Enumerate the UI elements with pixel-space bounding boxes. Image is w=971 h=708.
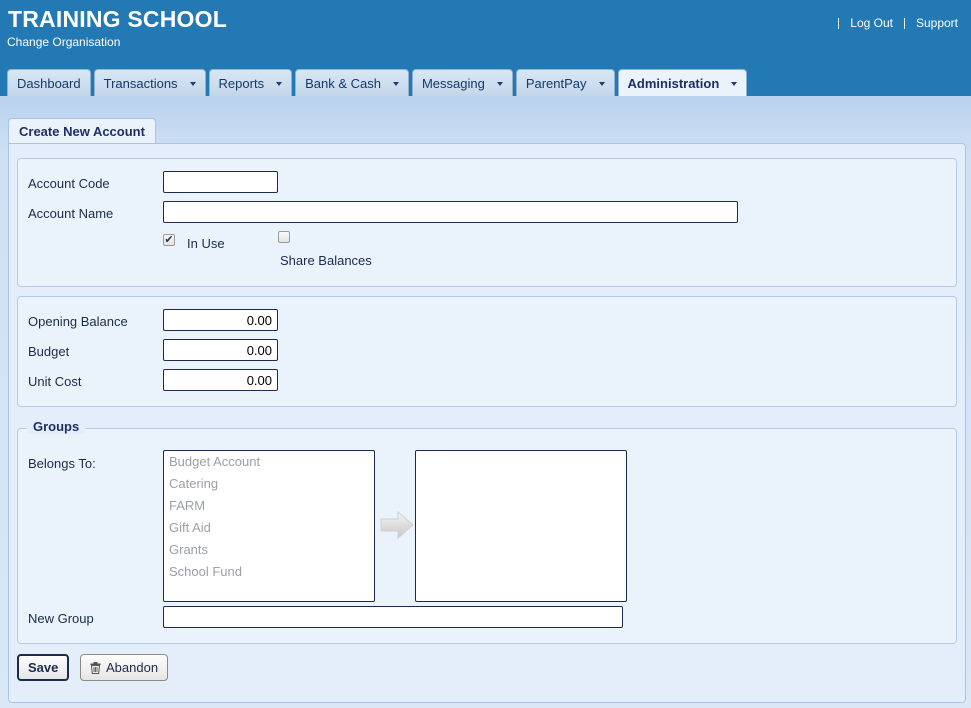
- new-group-label: New Group: [28, 611, 94, 626]
- separator: [903, 17, 905, 29]
- unit-cost-input[interactable]: [163, 369, 278, 391]
- change-organisation-link[interactable]: Change Organisation: [7, 35, 120, 49]
- selected-groups-list[interactable]: [415, 450, 627, 602]
- account-name-input[interactable]: [163, 201, 738, 223]
- tab-messaging[interactable]: Messaging: [411, 69, 513, 96]
- list-item[interactable]: School Fund: [169, 563, 369, 585]
- list-item[interactable]: Budget Account: [169, 453, 369, 475]
- list-item[interactable]: Catering: [169, 475, 369, 497]
- form-panel: Account Code Account Name ✔ In Use Share…: [8, 143, 966, 703]
- organisation-title: TRAINING SCHOOL: [8, 6, 227, 32]
- account-section: Account Code Account Name ✔ In Use Share…: [17, 158, 957, 287]
- account-name-label: Account Name: [28, 206, 114, 221]
- new-group-input[interactable]: [163, 606, 623, 628]
- tab-dashboard[interactable]: Dashboard: [7, 69, 91, 96]
- tab-administration[interactable]: Administration: [617, 69, 748, 96]
- chevron-down-icon: [496, 81, 503, 86]
- tab-parentpay[interactable]: ParentPay: [515, 69, 615, 96]
- share-balances-label: Share Balances: [280, 253, 372, 268]
- balances-section: Opening Balance Budget Unit Cost: [17, 296, 957, 407]
- save-button[interactable]: Save: [17, 654, 70, 681]
- groups-section: Groups Belongs To: Budget Account Cateri…: [17, 419, 957, 644]
- unit-cost-label: Unit Cost: [28, 374, 82, 389]
- tab-label: Administration: [627, 75, 720, 91]
- budget-input[interactable]: [163, 339, 278, 361]
- chevron-down-icon: [276, 81, 283, 86]
- trash-icon: [90, 661, 101, 674]
- opening-balance-label: Opening Balance: [28, 314, 128, 329]
- budget-label: Budget: [28, 344, 70, 359]
- app-header: TRAINING SCHOOL Change Organisation Log …: [0, 0, 971, 96]
- opening-balance-input[interactable]: [163, 309, 278, 331]
- list-item[interactable]: Grants: [169, 541, 369, 563]
- groups-legend: Groups: [27, 419, 86, 434]
- chevron-down-icon: [392, 81, 399, 86]
- chevron-down-icon: [731, 81, 738, 86]
- content-area: Create New Account Account Code Account …: [0, 96, 971, 708]
- logout-link[interactable]: Log Out: [850, 16, 893, 30]
- tab-label: Messaging: [421, 75, 485, 91]
- abandon-button[interactable]: Abandon: [80, 654, 169, 681]
- abandon-button-label: Abandon: [106, 660, 159, 675]
- account-code-input[interactable]: [163, 171, 278, 193]
- chevron-down-icon: [598, 81, 605, 86]
- available-groups-list[interactable]: Budget Account Catering FARM Gift Aid Gr…: [163, 450, 375, 602]
- list-item[interactable]: Gift Aid: [169, 519, 369, 541]
- in-use-checkbox[interactable]: ✔: [163, 234, 175, 246]
- account-code-label: Account Code: [28, 176, 110, 191]
- support-link[interactable]: Support: [916, 16, 958, 30]
- tab-label: Transactions: [103, 75, 178, 91]
- arrow-right-icon[interactable]: [380, 511, 414, 539]
- tab-label: Dashboard: [17, 75, 81, 91]
- top-links: Log Out Support: [838, 16, 958, 30]
- separator: [838, 17, 840, 29]
- save-button-label: Save: [28, 660, 59, 675]
- list-item[interactable]: FARM: [169, 497, 369, 519]
- in-use-label: In Use: [187, 236, 225, 251]
- tab-label: ParentPay: [525, 75, 587, 91]
- tab-label: Bank & Cash: [305, 75, 381, 91]
- tab-bank-cash[interactable]: Bank & Cash: [295, 69, 409, 96]
- page-tab-create-account[interactable]: Create New Account: [8, 118, 156, 143]
- main-nav: Dashboard Transactions Reports Bank & Ca…: [7, 69, 748, 96]
- belongs-to-label: Belongs To:: [28, 456, 96, 471]
- chevron-down-icon: [189, 81, 196, 86]
- share-balances-checkbox[interactable]: [278, 231, 290, 243]
- tab-transactions[interactable]: Transactions: [93, 69, 206, 96]
- tab-reports[interactable]: Reports: [208, 69, 293, 96]
- tab-label: Reports: [218, 75, 265, 91]
